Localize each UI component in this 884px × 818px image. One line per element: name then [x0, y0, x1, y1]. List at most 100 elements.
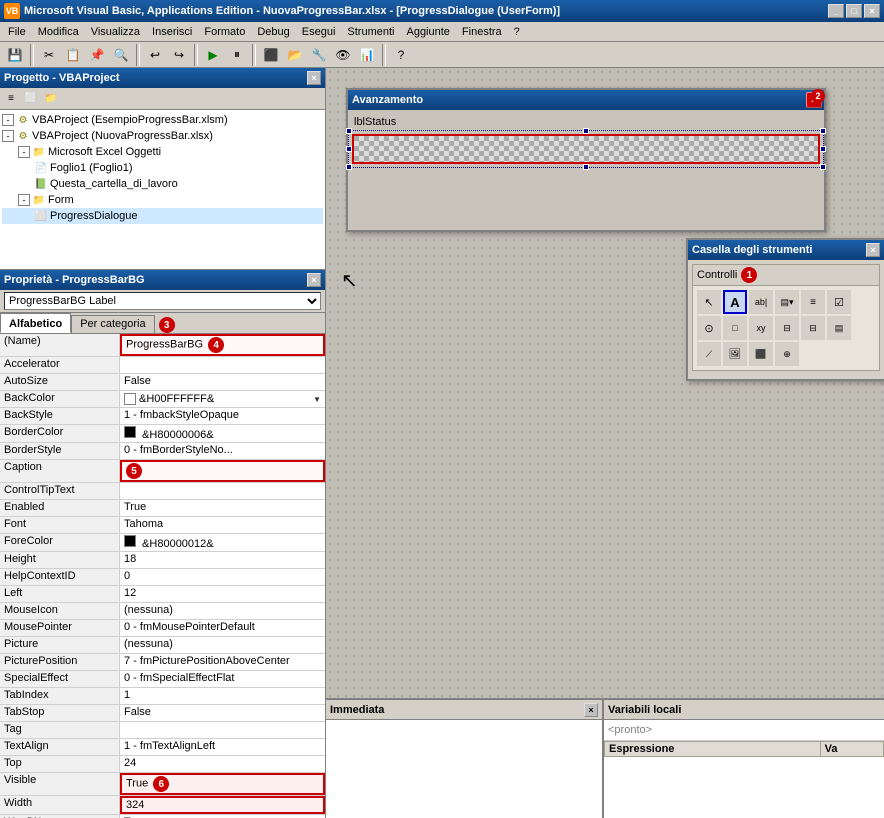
- prop-row-top[interactable]: Top 24: [0, 756, 325, 773]
- prop-row-borderstyle[interactable]: BorderStyle 0 - fmBorderStyleNo...: [0, 443, 325, 460]
- prop-value-backstyle[interactable]: 1 - fmbackStyleOpaque: [120, 408, 325, 424]
- tb-save[interactable]: 💾: [4, 44, 26, 66]
- prop-row-controltiptext[interactable]: ControlTipText: [0, 483, 325, 500]
- menu-help[interactable]: ?: [508, 24, 526, 40]
- menu-strumenti[interactable]: Strumenti: [341, 24, 400, 40]
- prop-row-accelerator[interactable]: Accelerator: [0, 357, 325, 374]
- menu-finestra[interactable]: Finestra: [456, 24, 508, 40]
- prop-row-name[interactable]: (Name) ProgressBarBG 4: [0, 334, 325, 357]
- tb-explorer[interactable]: 📂: [284, 44, 306, 66]
- tool-combobox[interactable]: ▤▾: [775, 290, 799, 314]
- prop-row-bordercolor[interactable]: BorderColor &H80000006&: [0, 425, 325, 443]
- prop-row-textalign[interactable]: TextAlign 1 - fmTextAlignLeft: [0, 739, 325, 756]
- tool-image[interactable]: 🖼: [723, 342, 747, 366]
- prop-row-forecolor[interactable]: ForeColor &H80000012&: [0, 534, 325, 552]
- menu-inserisci[interactable]: Inserisci: [146, 24, 198, 40]
- tree-item-progressdialogue[interactable]: ⬜ ProgressDialogue: [2, 208, 323, 224]
- tree-item-excel-objects[interactable]: - 📁 Microsoft Excel Oggetti: [2, 144, 323, 160]
- prop-value-controltiptext[interactable]: [120, 483, 325, 499]
- menu-file[interactable]: File: [2, 24, 32, 40]
- maximize-button[interactable]: □: [846, 4, 862, 18]
- project-tree[interactable]: - ⚙ VBAProject (EsempioProgressBar.xlsm)…: [0, 110, 325, 270]
- prop-row-left[interactable]: Left 12: [0, 586, 325, 603]
- prop-row-pictureposition[interactable]: PicturePosition 7 - fmPicturePositionAbo…: [0, 654, 325, 671]
- handle-bottomright[interactable]: [820, 164, 826, 170]
- tb-paste[interactable]: 📌: [86, 44, 108, 66]
- prop-value-picture[interactable]: (nessuna): [120, 637, 325, 653]
- form-body[interactable]: lblStatus: [348, 110, 824, 230]
- project-toggle-folders[interactable]: 📁: [42, 90, 60, 108]
- prop-value-accelerator[interactable]: [120, 357, 325, 373]
- toolbox-close-button[interactable]: ×: [866, 243, 880, 257]
- prop-value-textalign[interactable]: 1 - fmTextAlignLeft: [120, 739, 325, 755]
- tb-designer[interactable]: ⬛: [260, 44, 282, 66]
- close-button[interactable]: ×: [864, 4, 880, 18]
- prop-value-pictureposition[interactable]: 7 - fmPicturePositionAboveCenter: [120, 654, 325, 670]
- prop-row-backstyle[interactable]: BackStyle 1 - fmbackStyleOpaque: [0, 408, 325, 425]
- prop-value-left[interactable]: 12: [120, 586, 325, 602]
- tool-extra1[interactable]: ⊕: [775, 342, 799, 366]
- prop-row-helpcontextid[interactable]: HelpContextID 0: [0, 569, 325, 586]
- prop-value-helpcontextid[interactable]: 0: [120, 569, 325, 585]
- toolbox-section-header[interactable]: Controlli 1: [693, 265, 879, 286]
- tb-properties[interactable]: 🔧: [308, 44, 330, 66]
- prop-value-backcolor[interactable]: &H00FFFFFF& ▼: [120, 391, 325, 407]
- prop-value-height[interactable]: 18: [120, 552, 325, 568]
- tool-tabstrip[interactable]: ⊟: [775, 316, 799, 340]
- prop-row-enabled[interactable]: Enabled True: [0, 500, 325, 517]
- tab-per-categoria[interactable]: Per categoria: [71, 315, 154, 333]
- menu-aggiunte[interactable]: Aggiunte: [400, 24, 455, 40]
- tb-cut[interactable]: ✂: [38, 44, 60, 66]
- prop-row-autosize[interactable]: AutoSize False: [0, 374, 325, 391]
- expander-form[interactable]: -: [18, 194, 30, 206]
- prop-value-top[interactable]: 24: [120, 756, 325, 772]
- tree-item-nuova[interactable]: - ⚙ VBAProject (NuovaProgressBar.xlsx): [2, 128, 323, 144]
- title-buttons[interactable]: _ □ ×: [828, 4, 880, 18]
- tool-listbox[interactable]: ≡: [801, 290, 825, 314]
- prop-value-borderstyle[interactable]: 0 - fmBorderStyleNo...: [120, 443, 325, 459]
- prop-value-visible[interactable]: True 6: [120, 773, 325, 795]
- menu-visualizza[interactable]: Visualizza: [85, 24, 146, 40]
- immediata-close-button[interactable]: ×: [584, 703, 598, 717]
- expander-esempio[interactable]: -: [2, 114, 14, 126]
- prop-row-caption[interactable]: Caption 5: [0, 460, 325, 483]
- project-view-object[interactable]: ⬜: [22, 90, 40, 108]
- prop-value-mouseicon[interactable]: (nessuna): [120, 603, 325, 619]
- tool-textbox[interactable]: ab|: [749, 290, 773, 314]
- prop-value-caption[interactable]: 5: [120, 460, 325, 482]
- tree-item-esempio[interactable]: - ⚙ VBAProject (EsempioProgressBar.xlsm): [2, 112, 323, 128]
- prop-value-name[interactable]: ProgressBarBG 4: [120, 334, 325, 356]
- toolbox-panel[interactable]: Casella degli strumenti × Controlli 1 ↖ …: [686, 238, 884, 381]
- tree-item-form-folder[interactable]: - 📁 Form: [2, 192, 323, 208]
- prop-value-autosize[interactable]: False: [120, 374, 325, 390]
- tool-scrollbar[interactable]: ▤: [827, 316, 851, 340]
- designer-area[interactable]: ↖ Avanzamento ×2 lblStatus: [326, 68, 884, 698]
- menu-esegui[interactable]: Esegui: [296, 24, 342, 40]
- prop-row-height[interactable]: Height 18: [0, 552, 325, 569]
- tool-pointer[interactable]: ↖: [697, 290, 721, 314]
- tool-spinbutton[interactable]: ⟋: [697, 342, 721, 366]
- tb-redo[interactable]: ↪: [168, 44, 190, 66]
- properties-close[interactable]: ×: [307, 273, 321, 287]
- menu-modifica[interactable]: Modifica: [32, 24, 85, 40]
- tb-help[interactable]: ?: [390, 44, 412, 66]
- object-dropdown[interactable]: ProgressBarBG Label: [4, 292, 321, 310]
- handle-bottomleft[interactable]: [346, 164, 352, 170]
- tool-referedit[interactable]: ⬛: [749, 342, 773, 366]
- handle-topright[interactable]: [820, 128, 826, 134]
- expander-nuova[interactable]: -: [2, 130, 14, 142]
- tool-frame[interactable]: □: [723, 316, 747, 340]
- menu-formato[interactable]: Formato: [198, 24, 251, 40]
- handle-bottommid[interactable]: [583, 164, 589, 170]
- minimize-button[interactable]: _: [828, 4, 844, 18]
- prop-row-specialeffect[interactable]: SpecialEffect 0 - fmSpecialEffectFlat: [0, 671, 325, 688]
- prop-row-mousepointer[interactable]: MousePointer 0 - fmMousePointerDefault: [0, 620, 325, 637]
- form-window[interactable]: Avanzamento ×2 lblStatus: [346, 88, 826, 232]
- prop-row-visible[interactable]: Visible True 6: [0, 773, 325, 796]
- prop-value-enabled[interactable]: True: [120, 500, 325, 516]
- form-close-button[interactable]: ×2: [806, 92, 822, 108]
- prop-value-tabstop[interactable]: False: [120, 705, 325, 721]
- prop-row-picture[interactable]: Picture (nessuna): [0, 637, 325, 654]
- progress-bar-bg[interactable]: [352, 134, 820, 164]
- tree-item-cartella[interactable]: 📗 Questa_cartella_di_lavoro: [2, 176, 323, 192]
